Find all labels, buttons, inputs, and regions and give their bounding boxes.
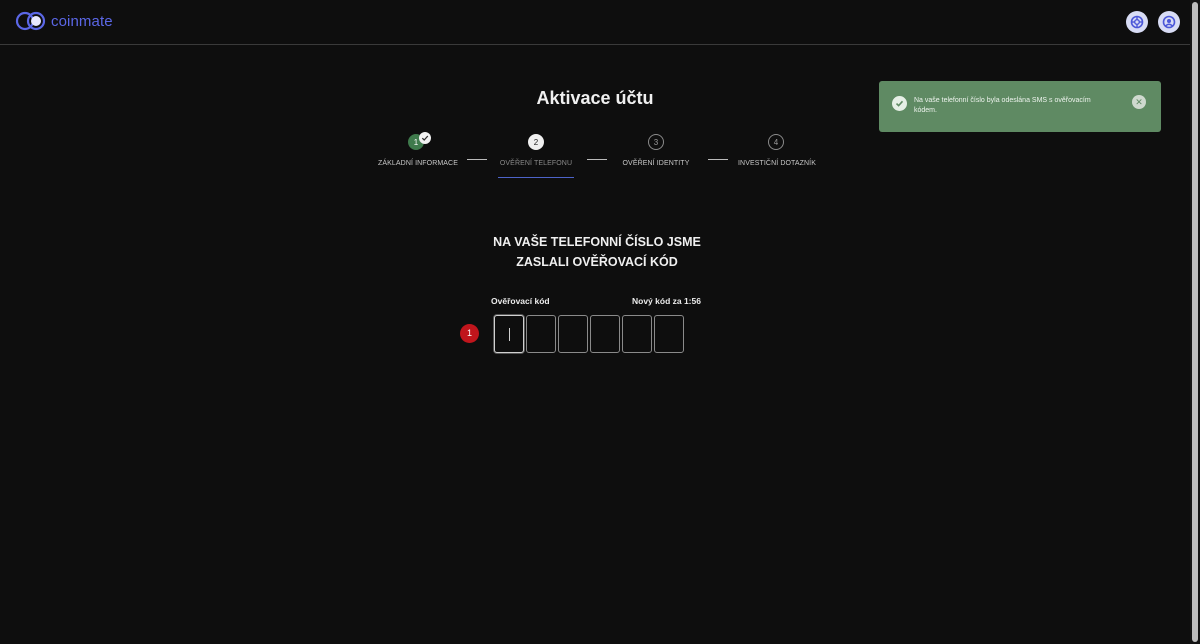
active-step-underline xyxy=(498,177,574,178)
step-label: OVĚŘENÍ IDENTITY xyxy=(622,160,690,167)
check-badge-icon xyxy=(892,96,907,111)
heading-line-1: NA VAŠE TELEFONNÍ ČÍSLO JSME xyxy=(493,235,701,249)
close-icon[interactable]: ✕ xyxy=(1132,95,1146,109)
code-digit-5[interactable] xyxy=(622,315,652,353)
code-label: Ověřovací kód xyxy=(491,296,550,306)
step-basic-info[interactable]: 1 ZÁKLADNÍ INFORMACE xyxy=(378,132,458,167)
step-connector xyxy=(587,159,607,160)
step-connector xyxy=(708,159,728,160)
step-label: OVĚŘENÍ TELEFONU xyxy=(499,160,573,167)
coinmate-logo[interactable]: coinmate xyxy=(15,11,113,31)
step-identity-verification[interactable]: 3 OVĚŘENÍ IDENTITY xyxy=(618,134,694,167)
top-bar: coinmate xyxy=(0,0,1190,45)
step-number: 2 xyxy=(528,134,544,150)
heading-line-2: ZASLALI OVĚŘOVACÍ KÓD xyxy=(516,255,678,269)
step-label: INVESTIČNÍ DOTAZNÍK xyxy=(738,160,816,167)
activation-stepper: 1 ZÁKLADNÍ INFORMACE 2 OVĚŘENÍ TELEFONU … xyxy=(366,132,826,184)
page-scrollbar[interactable] xyxy=(1190,0,1200,644)
verification-code-input xyxy=(494,315,684,353)
code-digit-3[interactable] xyxy=(558,315,588,353)
toast-message: Na vaše telefonní číslo byla odeslána SM… xyxy=(914,97,1091,114)
step-phone-verification[interactable]: 2 OVĚŘENÍ TELEFONU xyxy=(498,134,574,167)
step-investment-questionnaire[interactable]: 4 INVESTIČNÍ DOTAZNÍK xyxy=(738,134,816,167)
code-digit-1[interactable] xyxy=(494,315,524,353)
step-label: ZÁKLADNÍ INFORMACE xyxy=(378,160,458,167)
code-digit-4[interactable] xyxy=(590,315,620,353)
code-digit-6[interactable] xyxy=(654,315,684,353)
coinmate-logo-icon xyxy=(15,11,46,31)
brand-name: coinmate xyxy=(51,12,113,30)
success-toast: Na vaše telefonní číslo byla odeslána SM… xyxy=(879,81,1161,132)
scrollbar-thumb[interactable] xyxy=(1192,2,1198,642)
verification-heading: NA VAŠE TELEFONNÍ ČÍSLO JSME ZASLALI OVĚ… xyxy=(0,232,1194,272)
check-icon xyxy=(419,132,431,144)
text-caret xyxy=(509,328,510,341)
code-digit-2[interactable] xyxy=(526,315,556,353)
resend-timer: Nový kód za 1:56 xyxy=(632,296,701,306)
step-number: 4 xyxy=(768,134,784,150)
step-number: 3 xyxy=(648,134,664,150)
step-connector xyxy=(467,159,487,160)
help-lifebuoy-icon[interactable] xyxy=(1126,11,1148,33)
user-settings-icon[interactable] xyxy=(1158,11,1180,33)
notification-badge: 1 xyxy=(460,324,479,343)
